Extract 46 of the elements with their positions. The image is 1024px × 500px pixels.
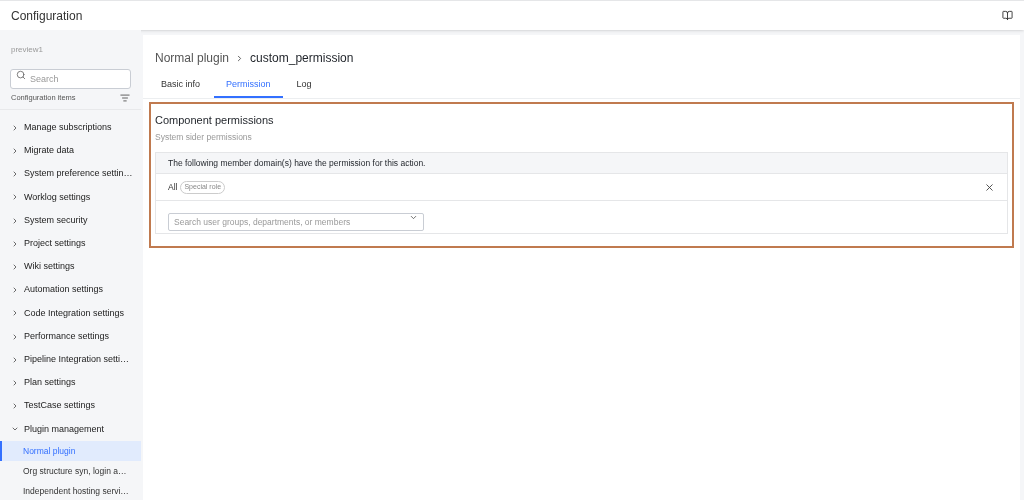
chevron-right-icon: [11, 378, 19, 387]
member-picker[interactable]: Search user groups, departments, or members: [168, 213, 424, 232]
sidebar-item[interactable]: TestCase settings: [0, 394, 141, 418]
sidebar-item[interactable]: Pipeline Integration setti…: [0, 348, 141, 372]
breadcrumb-item: custom_permission: [250, 50, 354, 67]
section-title: Component permissions: [155, 113, 275, 128]
chevron-right-icon: [11, 262, 19, 271]
sidebar-item[interactable]: Plugin management: [0, 417, 141, 441]
chevron-right-icon: [11, 309, 19, 318]
search-field[interactable]: Search: [10, 69, 131, 89]
notice-text: The following member domain(s) have the permission for this action.: [168, 156, 426, 170]
book-icon[interactable]: [1002, 10, 1013, 21]
sidebar-subitem[interactable]: Org structure syn, login a…: [0, 460, 141, 481]
sidebar-item[interactable]: Plan settings: [0, 371, 141, 395]
sidebar-item[interactable]: System preference settin…: [0, 162, 141, 186]
sidebar-item[interactable]: Worklog settings: [0, 185, 141, 209]
breadcrumb-item[interactable]: Normal plugin: [155, 49, 230, 67]
sidebar-subitem[interactable]: Independent hosting servi…: [0, 480, 141, 500]
member-name: All: [168, 180, 178, 194]
chevron-right-icon: [11, 147, 19, 156]
sidebar-item[interactable]: Wiki settings: [0, 255, 141, 279]
sidebar-item[interactable]: Manage subscriptions: [0, 116, 141, 140]
chevron-right-icon: [11, 216, 19, 225]
section-subtitle: System sider permissions: [155, 130, 253, 144]
tab[interactable]: Log: [284, 73, 324, 98]
chevron-right-icon: [11, 286, 19, 295]
chevron-right-icon: [11, 123, 19, 132]
sidebar-subitem[interactable]: Normal plugin: [0, 440, 141, 461]
chevron-right-icon: [11, 355, 19, 364]
sidebar-item[interactable]: Automation settings: [0, 278, 141, 302]
tab[interactable]: Basic info: [149, 73, 213, 98]
search-icon: [16, 70, 26, 80]
chevron-right-icon: [11, 332, 19, 341]
tab[interactable]: Permission: [214, 73, 283, 98]
sidebar-item[interactable]: Code Integration settings: [0, 301, 141, 325]
sidebar-item[interactable]: Migrate data: [0, 139, 141, 163]
sidebar-item[interactable]: System security: [0, 209, 141, 233]
chevron-right-icon: [11, 193, 19, 202]
project-name: preview1: [10, 44, 44, 56]
sidebar-item[interactable]: Performance settings: [0, 324, 141, 349]
sidebar-item[interactable]: Project settings: [0, 232, 141, 256]
chevron-right-icon: [11, 170, 19, 179]
chevron-right-icon: [11, 402, 19, 411]
chevron-right-icon: [11, 239, 19, 248]
close-icon[interactable]: [984, 181, 995, 193]
page-title: Configuration: [11, 7, 83, 25]
